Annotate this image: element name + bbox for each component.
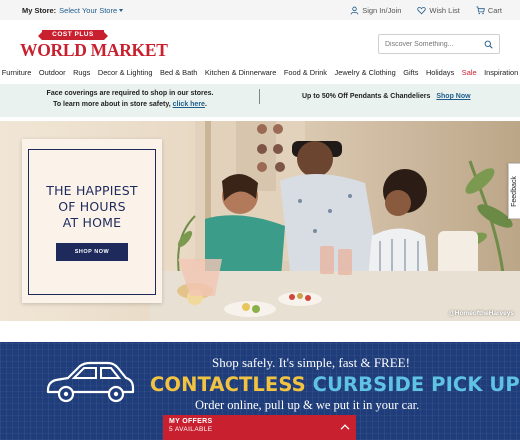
nav-item-rugs[interactable]: Rugs xyxy=(73,68,90,82)
user-icon xyxy=(350,6,359,14)
hero-shop-now-button[interactable]: SHOP NOW xyxy=(56,243,128,261)
cart-label: Cart xyxy=(487,5,502,15)
logo-banner: COST PLUS xyxy=(38,30,108,40)
wish-list-label: Wish List xyxy=(429,5,460,15)
site-header: COST PLUS WORLD MARKET xyxy=(0,20,520,68)
hero-card-frame: THE HAPPIEST OF HOURS AT HOME SHOP NOW xyxy=(28,149,156,295)
nav-item-bed-bath[interactable]: Bed & Bath xyxy=(160,68,197,82)
curbside-headline-pickup: CURBSIDE PICK UP xyxy=(312,373,520,396)
logo-wordmark: WORLD MARKET xyxy=(20,40,168,60)
hero-headline-line-3: AT HOME xyxy=(62,215,122,230)
curbside-headline: CONTACTLESS CURBSIDE PICK UP xyxy=(150,373,520,396)
caret-down-icon xyxy=(119,8,124,12)
my-offers-title: MY OFFERS xyxy=(169,418,213,425)
sale-text: Up to 50% Off Pendants & Chandeliers xyxy=(302,93,431,100)
nav-item-furniture[interactable]: Furniture xyxy=(2,68,32,82)
curbside-tagline: Shop safely. It's simple, fast & FREE! xyxy=(212,355,410,370)
sign-in-label: Sign In/Join xyxy=(362,5,402,15)
curbside-headline-contactless: CONTACTLESS xyxy=(150,373,306,396)
nav-item-kitchen-dinnerware[interactable]: Kitchen & Dinnerware xyxy=(205,68,276,82)
nav-item-decor-lighting[interactable]: Decor & Lighting xyxy=(98,68,153,82)
account-links: Sign In/Join Wish List Cart xyxy=(350,6,502,15)
my-store-label: My Store: xyxy=(22,5,57,15)
hero-banner[interactable]: THE HAPPIEST OF HOURS AT HOME SHOP NOW @… xyxy=(0,121,520,321)
heart-icon xyxy=(417,6,427,14)
nav-item-food-drink[interactable]: Food & Drink xyxy=(284,68,327,82)
search-box xyxy=(378,34,500,54)
safety-line-2-text: To learn more about in store safety, xyxy=(53,101,171,108)
promo-divider xyxy=(259,89,260,104)
cart-icon xyxy=(476,5,485,14)
world-market-logo[interactable]: COST PLUS WORLD MARKET xyxy=(20,30,168,60)
search-input[interactable] xyxy=(385,40,481,48)
sign-in-link[interactable]: Sign In/Join xyxy=(350,6,401,15)
hero-promo-card: THE HAPPIEST OF HOURS AT HOME SHOP NOW xyxy=(22,139,162,303)
search-icon[interactable] xyxy=(484,40,493,49)
feedback-label: Feedback xyxy=(511,175,518,207)
safety-line-2: To learn more about in store safety, cli… xyxy=(40,99,220,110)
hero-headline: THE HAPPIEST OF HOURS AT HOME xyxy=(46,183,138,231)
feedback-tab[interactable]: Feedback xyxy=(508,163,520,219)
safety-line-1: Face coverings are required to shop in o… xyxy=(46,90,214,97)
nav-item-gifts[interactable]: Gifts xyxy=(403,68,418,82)
nav-item-sale[interactable]: Sale xyxy=(462,68,477,82)
safety-line-2-end: . xyxy=(204,101,207,108)
nav-item-jewelry-clothing[interactable]: Jewelry & Clothing xyxy=(335,68,396,82)
hero-headline-line-2: OF HOURS xyxy=(58,199,126,214)
my-offers-count: 5 AVAILABLE xyxy=(169,426,213,433)
select-store-link[interactable]: Select Your Store xyxy=(59,5,124,15)
select-store-label: Select Your Store xyxy=(59,5,118,15)
curbside-subline: Order online, pull up & we put it in you… xyxy=(195,398,420,412)
nav-item-inspiration[interactable]: Inspiration xyxy=(484,68,518,82)
wish-list-link[interactable]: Wish List xyxy=(417,5,460,15)
chevron-up-icon[interactable] xyxy=(340,424,350,430)
photo-credit: @HomeoftheHarveys xyxy=(448,310,514,317)
safety-message: Face coverings are required to shop in o… xyxy=(40,88,220,110)
hero-headline-line-1: THE HAPPIEST xyxy=(46,183,138,198)
car-icon xyxy=(46,361,135,403)
utility-bar: My Store: Select Your Store Sign In/Join… xyxy=(0,0,520,20)
shop-now-link[interactable]: Shop Now xyxy=(436,93,470,100)
my-offers-tab[interactable]: MY OFFERS 5 AVAILABLE xyxy=(163,415,356,440)
nav-item-holidays[interactable]: Holidays xyxy=(426,68,454,82)
main-nav: Furniture Outdoor Rugs Decor & Lighting … xyxy=(0,68,520,82)
safety-click-here-link[interactable]: click here xyxy=(173,101,205,108)
cart-link[interactable]: Cart xyxy=(476,6,502,15)
nav-item-outdoor[interactable]: Outdoor xyxy=(39,68,66,82)
sale-message: Up to 50% Off Pendants & Chandeliers Shop… xyxy=(302,93,471,100)
promo-strip: Face coverings are required to shop in o… xyxy=(0,84,520,117)
